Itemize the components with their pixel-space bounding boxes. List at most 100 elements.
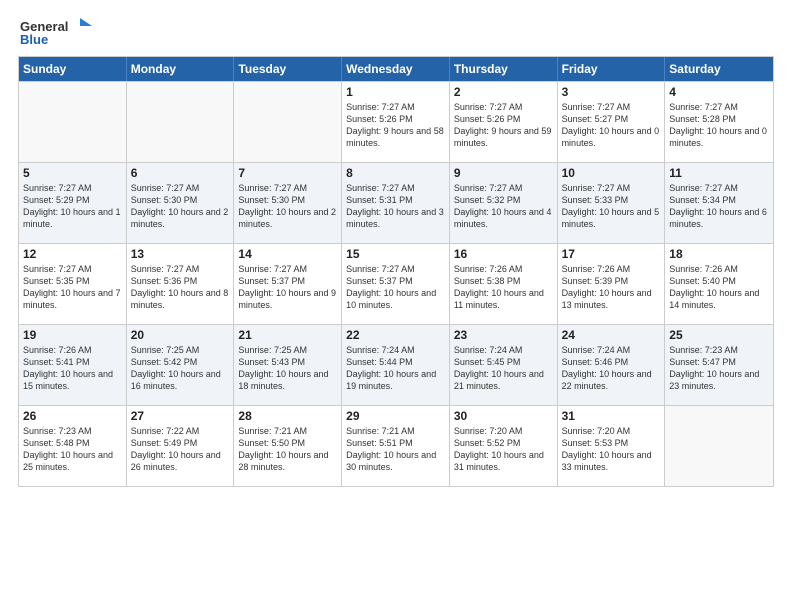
day-info: Sunrise: 7:27 AM Sunset: 5:26 PM Dayligh…	[346, 101, 445, 150]
calendar-week-4: 19 Sunrise: 7:26 AM Sunset: 5:41 PM Dayli…	[19, 324, 773, 405]
date-number: 7	[238, 166, 337, 180]
calendar-day-14: 14Sunrise: 7:27 AM Sunset: 5:37 PM Dayli…	[234, 244, 342, 324]
date-number: 8	[346, 166, 445, 180]
day-info: Sunrise: 7:27 AM Sunset: 5:30 PM Dayligh…	[238, 182, 337, 231]
day-info: Sunrise: 7:27 AM Sunset: 5:37 PM Dayligh…	[346, 263, 445, 312]
calendar-day-31: 31 Sunrise: 7:20 AM Sunset: 5:53 PM Dayli…	[558, 406, 666, 486]
svg-text:Blue: Blue	[20, 32, 48, 47]
page-header: General Blue	[10, 10, 782, 52]
date-number: 9	[454, 166, 553, 180]
day-info: Sunrise: 7:23 AM Sunset: 5:47 PM Dayligh…	[669, 344, 769, 393]
day-header-wednesday: Wednesday	[342, 57, 450, 81]
calendar-body: 1 Sunrise: 7:27 AM Sunset: 5:26 PM Daylig…	[19, 81, 773, 486]
calendar-empty-cell	[127, 82, 235, 162]
date-number: 10	[562, 166, 661, 180]
day-info: Sunrise: 7:27 AM Sunset: 5:32 PM Dayligh…	[454, 182, 553, 231]
calendar-day-23: 23 Sunrise: 7:24 AM Sunset: 5:45 PM Dayli…	[450, 325, 558, 405]
calendar-day-13: 13 Sunrise: 7:27 AM Sunset: 5:36 PM Dayli…	[127, 244, 235, 324]
date-number: 21	[238, 328, 337, 342]
date-number: 17	[562, 247, 661, 261]
day-info: Sunrise: 7:25 AM Sunset: 5:42 PM Dayligh…	[131, 344, 230, 393]
calendar-empty-cell	[234, 82, 342, 162]
day-info: Sunrise: 7:27 AM Sunset: 5:34 PM Dayligh…	[669, 182, 769, 231]
calendar-day-27: 27 Sunrise: 7:22 AM Sunset: 5:49 PM Dayli…	[127, 406, 235, 486]
date-number: 31	[562, 409, 661, 423]
calendar-day-5: 5Sunrise: 7:27 AM Sunset: 5:29 PM Daylig…	[19, 163, 127, 243]
date-number: 26	[23, 409, 122, 423]
date-number: 19	[23, 328, 122, 342]
logo: General Blue	[20, 18, 95, 48]
date-number: 27	[131, 409, 230, 423]
calendar-day-7: 7 Sunrise: 7:27 AM Sunset: 5:30 PM Daylig…	[234, 163, 342, 243]
day-info: Sunrise: 7:27 AM Sunset: 5:35 PM Dayligh…	[23, 263, 122, 312]
day-info: Sunrise: 7:20 AM Sunset: 5:52 PM Dayligh…	[454, 425, 553, 474]
calendar-day-18: 18 Sunrise: 7:26 AM Sunset: 5:40 PM Dayli…	[665, 244, 773, 324]
calendar-header: SundayMondayTuesdayWednesdayThursdayFrid…	[19, 57, 773, 81]
calendar-day-24: 24 Sunrise: 7:24 AM Sunset: 5:46 PM Dayli…	[558, 325, 666, 405]
day-info: Sunrise: 7:25 AM Sunset: 5:43 PM Dayligh…	[238, 344, 337, 393]
day-info: Sunrise: 7:27 AM Sunset: 5:29 PM Dayligh…	[23, 182, 122, 231]
day-header-tuesday: Tuesday	[234, 57, 342, 81]
day-info: Sunrise: 7:20 AM Sunset: 5:53 PM Dayligh…	[562, 425, 661, 474]
date-number: 13	[131, 247, 230, 261]
logo-icon: General Blue	[20, 18, 95, 48]
calendar-day-30: 30 Sunrise: 7:20 AM Sunset: 5:52 PM Dayli…	[450, 406, 558, 486]
day-info: Sunrise: 7:26 AM Sunset: 5:41 PM Dayligh…	[23, 344, 122, 393]
date-number: 6	[131, 166, 230, 180]
calendar-day-1: 1 Sunrise: 7:27 AM Sunset: 5:26 PM Daylig…	[342, 82, 450, 162]
date-number: 16	[454, 247, 553, 261]
calendar-day-10: 10 Sunrise: 7:27 AM Sunset: 5:33 PM Dayli…	[558, 163, 666, 243]
day-info: Sunrise: 7:21 AM Sunset: 5:51 PM Dayligh…	[346, 425, 445, 474]
day-header-sunday: Sunday	[19, 57, 127, 81]
date-number: 1	[346, 85, 445, 99]
calendar-day-9: 9 Sunrise: 7:27 AM Sunset: 5:32 PM Daylig…	[450, 163, 558, 243]
calendar-week-5: 26 Sunrise: 7:23 AM Sunset: 5:48 PM Dayli…	[19, 405, 773, 486]
calendar-day-4: 4Sunrise: 7:27 AM Sunset: 5:28 PM Daylig…	[665, 82, 773, 162]
calendar-day-29: 29 Sunrise: 7:21 AM Sunset: 5:51 PM Dayli…	[342, 406, 450, 486]
calendar-day-11: 11 Sunrise: 7:27 AM Sunset: 5:34 PM Dayli…	[665, 163, 773, 243]
date-number: 28	[238, 409, 337, 423]
calendar-day-15: 15 Sunrise: 7:27 AM Sunset: 5:37 PM Dayli…	[342, 244, 450, 324]
day-info: Sunrise: 7:22 AM Sunset: 5:49 PM Dayligh…	[131, 425, 230, 474]
date-number: 14	[238, 247, 337, 261]
calendar-week-1: 1 Sunrise: 7:27 AM Sunset: 5:26 PM Daylig…	[19, 81, 773, 162]
calendar-day-3: 3 Sunrise: 7:27 AM Sunset: 5:27 PM Daylig…	[558, 82, 666, 162]
day-info: Sunrise: 7:23 AM Sunset: 5:48 PM Dayligh…	[23, 425, 122, 474]
date-number: 12	[23, 247, 122, 261]
day-info: Sunrise: 7:27 AM Sunset: 5:30 PM Dayligh…	[131, 182, 230, 231]
day-info: Sunrise: 7:21 AM Sunset: 5:50 PM Dayligh…	[238, 425, 337, 474]
day-info: Sunrise: 7:27 AM Sunset: 5:26 PM Dayligh…	[454, 101, 553, 150]
calendar-day-6: 6 Sunrise: 7:27 AM Sunset: 5:30 PM Daylig…	[127, 163, 235, 243]
calendar-day-22: 22Sunrise: 7:24 AM Sunset: 5:44 PM Dayli…	[342, 325, 450, 405]
date-number: 20	[131, 328, 230, 342]
day-info: Sunrise: 7:24 AM Sunset: 5:45 PM Dayligh…	[454, 344, 553, 393]
date-number: 23	[454, 328, 553, 342]
date-number: 22	[346, 328, 445, 342]
day-header-saturday: Saturday	[665, 57, 773, 81]
date-number: 30	[454, 409, 553, 423]
day-header-thursday: Thursday	[450, 57, 558, 81]
day-info: Sunrise: 7:26 AM Sunset: 5:38 PM Dayligh…	[454, 263, 553, 312]
day-info: Sunrise: 7:27 AM Sunset: 5:36 PM Dayligh…	[131, 263, 230, 312]
date-number: 18	[669, 247, 769, 261]
calendar-week-2: 5Sunrise: 7:27 AM Sunset: 5:29 PM Daylig…	[19, 162, 773, 243]
date-number: 15	[346, 247, 445, 261]
calendar-day-28: 28 Sunrise: 7:21 AM Sunset: 5:50 PM Dayli…	[234, 406, 342, 486]
calendar-day-17: 17Sunrise: 7:26 AM Sunset: 5:39 PM Dayli…	[558, 244, 666, 324]
calendar-week-3: 12 Sunrise: 7:27 AM Sunset: 5:35 PM Dayli…	[19, 243, 773, 324]
date-number: 3	[562, 85, 661, 99]
calendar-day-21: 21 Sunrise: 7:25 AM Sunset: 5:43 PM Dayli…	[234, 325, 342, 405]
calendar-day-16: 16 Sunrise: 7:26 AM Sunset: 5:38 PM Dayli…	[450, 244, 558, 324]
day-info: Sunrise: 7:27 AM Sunset: 5:33 PM Dayligh…	[562, 182, 661, 231]
date-number: 24	[562, 328, 661, 342]
date-number: 11	[669, 166, 769, 180]
day-info: Sunrise: 7:26 AM Sunset: 5:40 PM Dayligh…	[669, 263, 769, 312]
date-number: 29	[346, 409, 445, 423]
day-info: Sunrise: 7:24 AM Sunset: 5:46 PM Dayligh…	[562, 344, 661, 393]
date-number: 2	[454, 85, 553, 99]
calendar-day-20: 20 Sunrise: 7:25 AM Sunset: 5:42 PM Dayli…	[127, 325, 235, 405]
day-info: Sunrise: 7:27 AM Sunset: 5:27 PM Dayligh…	[562, 101, 661, 150]
day-header-friday: Friday	[558, 57, 666, 81]
day-info: Sunrise: 7:27 AM Sunset: 5:28 PM Dayligh…	[669, 101, 769, 150]
day-header-monday: Monday	[127, 57, 235, 81]
